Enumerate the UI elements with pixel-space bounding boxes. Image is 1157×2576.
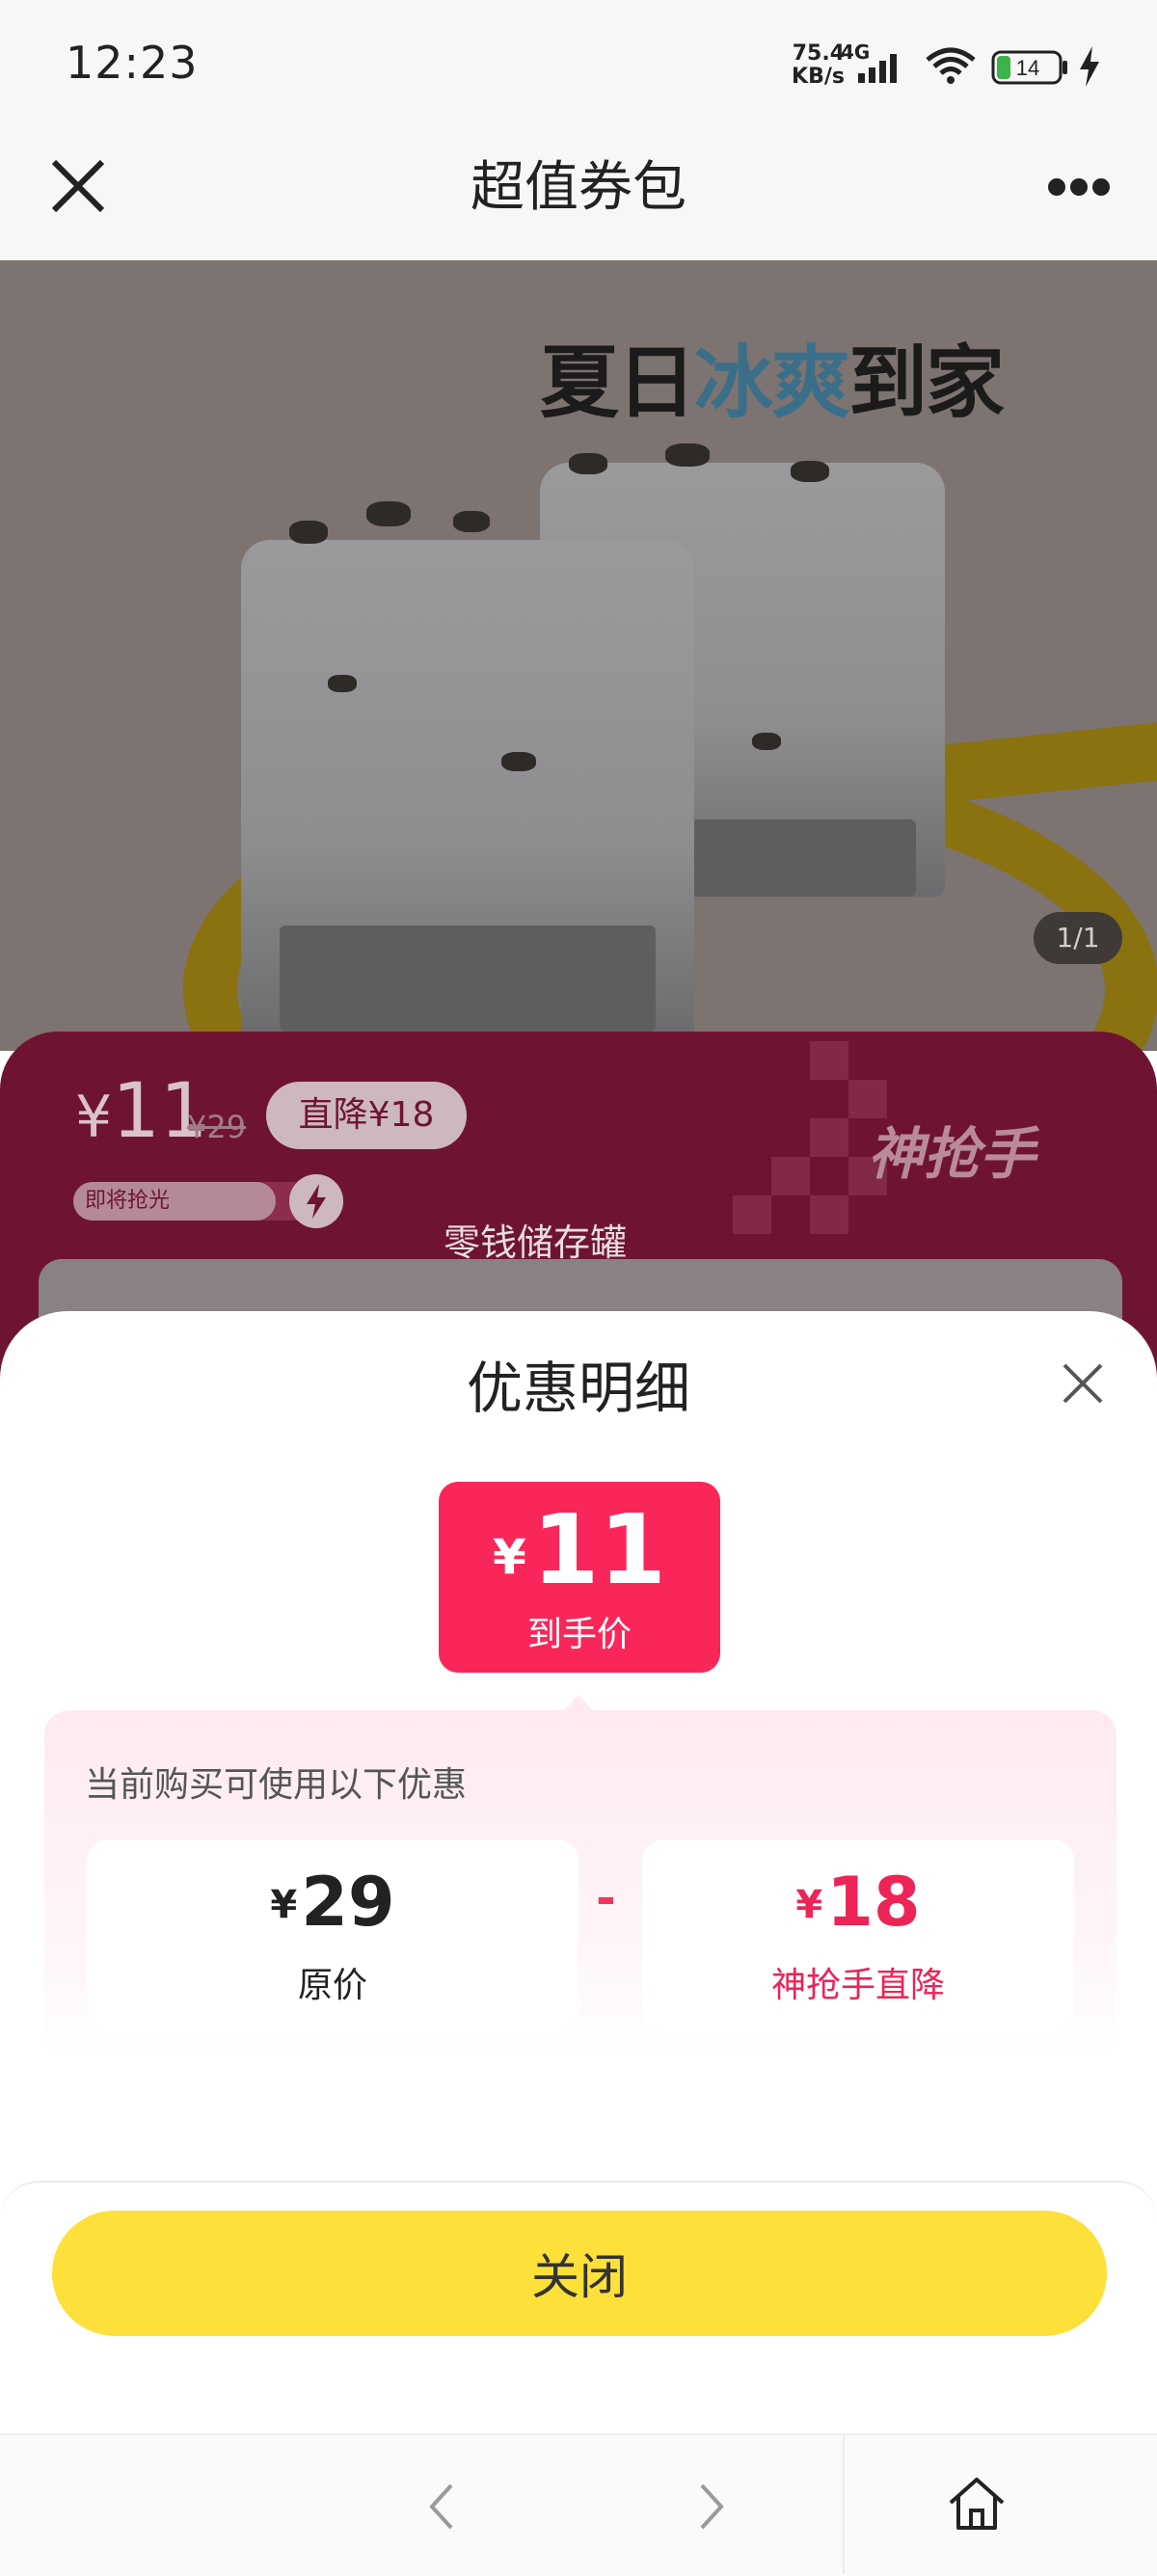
close-button[interactable]: 关闭	[52, 2211, 1107, 2336]
campaign-logo: 夏日冰爽到家	[540, 318, 1005, 433]
brand-logo: 神抢手	[868, 1121, 1036, 1187]
discount-label: 神抢手直降	[770, 1966, 945, 2005]
sheet-close-icon[interactable]	[1061, 1361, 1105, 1406]
sheet-title: 优惠明细	[466, 1355, 690, 1421]
home-icon[interactable]	[945, 2472, 1009, 2536]
minus-operator: -	[596, 1870, 616, 1926]
battery-icon: 14	[991, 50, 1067, 85]
final-price-currency: ¥	[493, 1529, 526, 1585]
campaign-logo-part: 冰爽	[694, 337, 850, 429]
discount-badge: 直降¥18	[266, 1082, 467, 1149]
nav-divider	[843, 2433, 845, 2574]
cup-front-base	[280, 926, 656, 1032]
signal-icon	[858, 54, 897, 83]
final-price-label: 到手价	[526, 1615, 632, 1654]
promo-original-price: ¥29	[187, 1109, 247, 1145]
cookie-crumb	[453, 511, 490, 532]
original-price-value: 29	[301, 1863, 395, 1942]
cookie-crumb	[791, 461, 829, 482]
more-icon[interactable]	[1047, 175, 1111, 199]
campaign-logo-part: 夏日	[540, 337, 696, 429]
back-arrow-icon[interactable]	[415, 2478, 472, 2536]
cookie-crumb	[366, 501, 411, 526]
product-description: 零钱储存罐	[444, 1221, 628, 1264]
campaign-logo-part: 到家	[848, 337, 1005, 429]
network-speed-unit: KB/s	[792, 65, 845, 89]
final-price: ¥11	[439, 1492, 720, 1615]
forward-arrow-icon[interactable]	[681, 2478, 739, 2536]
discount-currency: ¥	[795, 1883, 823, 1927]
cup-back-base	[665, 819, 916, 897]
stock-label: 即将抢光	[85, 1189, 171, 1213]
charging-icon	[1080, 46, 1099, 87]
wifi-icon	[926, 47, 976, 84]
discount-heading: 当前购买可使用以下优惠	[85, 1765, 468, 1805]
original-price-currency: ¥	[270, 1883, 298, 1927]
cookie-crumb	[289, 521, 328, 544]
cookie-crumb	[569, 453, 607, 474]
cookie-crumb	[328, 675, 357, 692]
cookie-crumb	[752, 733, 781, 750]
cookie-crumb	[501, 752, 536, 771]
network-speed: 75.4 KB/s	[781, 42, 845, 89]
final-price-value: 11	[531, 1493, 666, 1606]
discount-amount: ¥18	[642, 1863, 1074, 1942]
image-page-indicator: 1/1	[1034, 912, 1122, 964]
status-time: 12:23	[66, 37, 199, 89]
original-price: ¥29	[87, 1863, 578, 1942]
battery-level: 14	[1016, 56, 1039, 80]
page-title: 超值券包	[471, 156, 686, 219]
promo-price-currency: ¥	[75, 1084, 113, 1151]
discount-value: 18	[826, 1863, 921, 1942]
lightning-icon	[289, 1174, 343, 1228]
network-speed-value: 75.4	[792, 41, 845, 66]
original-price-label: 原价	[297, 1966, 367, 2005]
cookie-crumb	[665, 443, 710, 467]
